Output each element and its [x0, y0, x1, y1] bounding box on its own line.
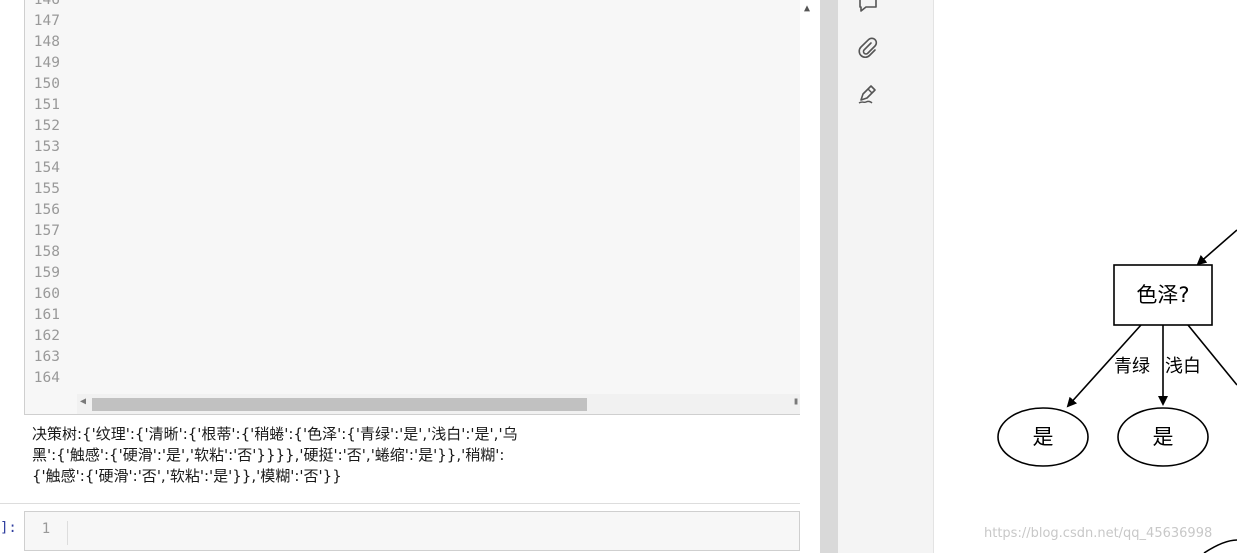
- output-line: {'触感':{'硬滑':'否','软粘':'是'}},'模糊':'否'}}: [32, 467, 342, 485]
- line-number: 158: [33, 244, 60, 260]
- sign-icon[interactable]: [856, 82, 880, 106]
- cell-separator: [0, 503, 800, 504]
- edge-label: 青绿: [1114, 356, 1150, 377]
- line-number: 1: [25, 521, 68, 545]
- line-number: 157: [33, 223, 60, 239]
- scrollbar-thumb[interactable]: [92, 398, 587, 411]
- output-line: 黑':{'触感':{'硬滑':'是','软粘':'否'}}}},'硬挺':'否'…: [32, 446, 505, 464]
- line-number: 156: [33, 202, 60, 218]
- line-number: 160: [33, 286, 60, 302]
- decision-tree-graph: 色泽? 青绿 浅白 是 是: [934, 0, 1237, 554]
- line-number: 159: [33, 265, 60, 281]
- line-number: 164: [33, 370, 60, 386]
- scroll-right-icon[interactable]: ▮: [793, 396, 799, 407]
- edge-label: 浅白: [1165, 356, 1201, 377]
- scroll-up-icon[interactable]: ▲: [804, 3, 810, 14]
- line-number: 152: [33, 118, 60, 134]
- attach-icon[interactable]: [856, 36, 880, 60]
- watermark: https://blog.csdn.net/qq_45636998: [984, 526, 1213, 541]
- horizontal-scrollbar[interactable]: ◀ ▮: [77, 394, 801, 414]
- vertical-scrollbar[interactable]: ▲: [800, 0, 820, 553]
- input-prompt: ]:: [0, 520, 17, 536]
- line-number: 146: [33, 0, 60, 8]
- line-number: 161: [33, 307, 60, 323]
- line-number: 163: [33, 349, 60, 365]
- code-cell[interactable]: 146 147 148 149 150 151 152 153 154 155 …: [24, 0, 802, 415]
- panel-divider[interactable]: [820, 0, 838, 553]
- leaf-label: 是: [1033, 425, 1054, 449]
- partial-node: [1203, 539, 1237, 554]
- comment-icon[interactable]: [856, 0, 880, 16]
- leaf-label: 是: [1153, 425, 1174, 449]
- output-line: 决策树:{'纹理':{'清晰':{'根蒂':{'稍蜷':{'色泽':{'青绿':…: [32, 425, 518, 443]
- line-number: 153: [33, 139, 60, 155]
- scroll-left-icon[interactable]: ◀: [80, 396, 86, 407]
- annotation-toolbar: [838, 0, 934, 553]
- line-number: 147: [33, 13, 60, 29]
- line-number: 155: [33, 181, 60, 197]
- line-number: 162: [33, 328, 60, 344]
- line-number: 151: [33, 97, 60, 113]
- cell-output: 决策树:{'纹理':{'清晰':{'根蒂':{'稍蜷':{'色泽':{'青绿':…: [32, 424, 802, 487]
- line-number: 154: [33, 160, 60, 176]
- line-number-gutter: 146 147 148 149 150 151 152 153 154 155 …: [25, 0, 69, 392]
- code-editor[interactable]: [77, 0, 801, 392]
- notebook-panel: 146 147 148 149 150 151 152 153 154 155 …: [0, 0, 820, 553]
- line-number: 148: [33, 34, 60, 50]
- node-box-label: 色泽?: [1136, 283, 1189, 307]
- empty-code-cell[interactable]: 1: [24, 511, 800, 551]
- incoming-edge: [1196, 229, 1237, 266]
- line-number: 149: [33, 55, 60, 71]
- line-number: 150: [33, 76, 60, 92]
